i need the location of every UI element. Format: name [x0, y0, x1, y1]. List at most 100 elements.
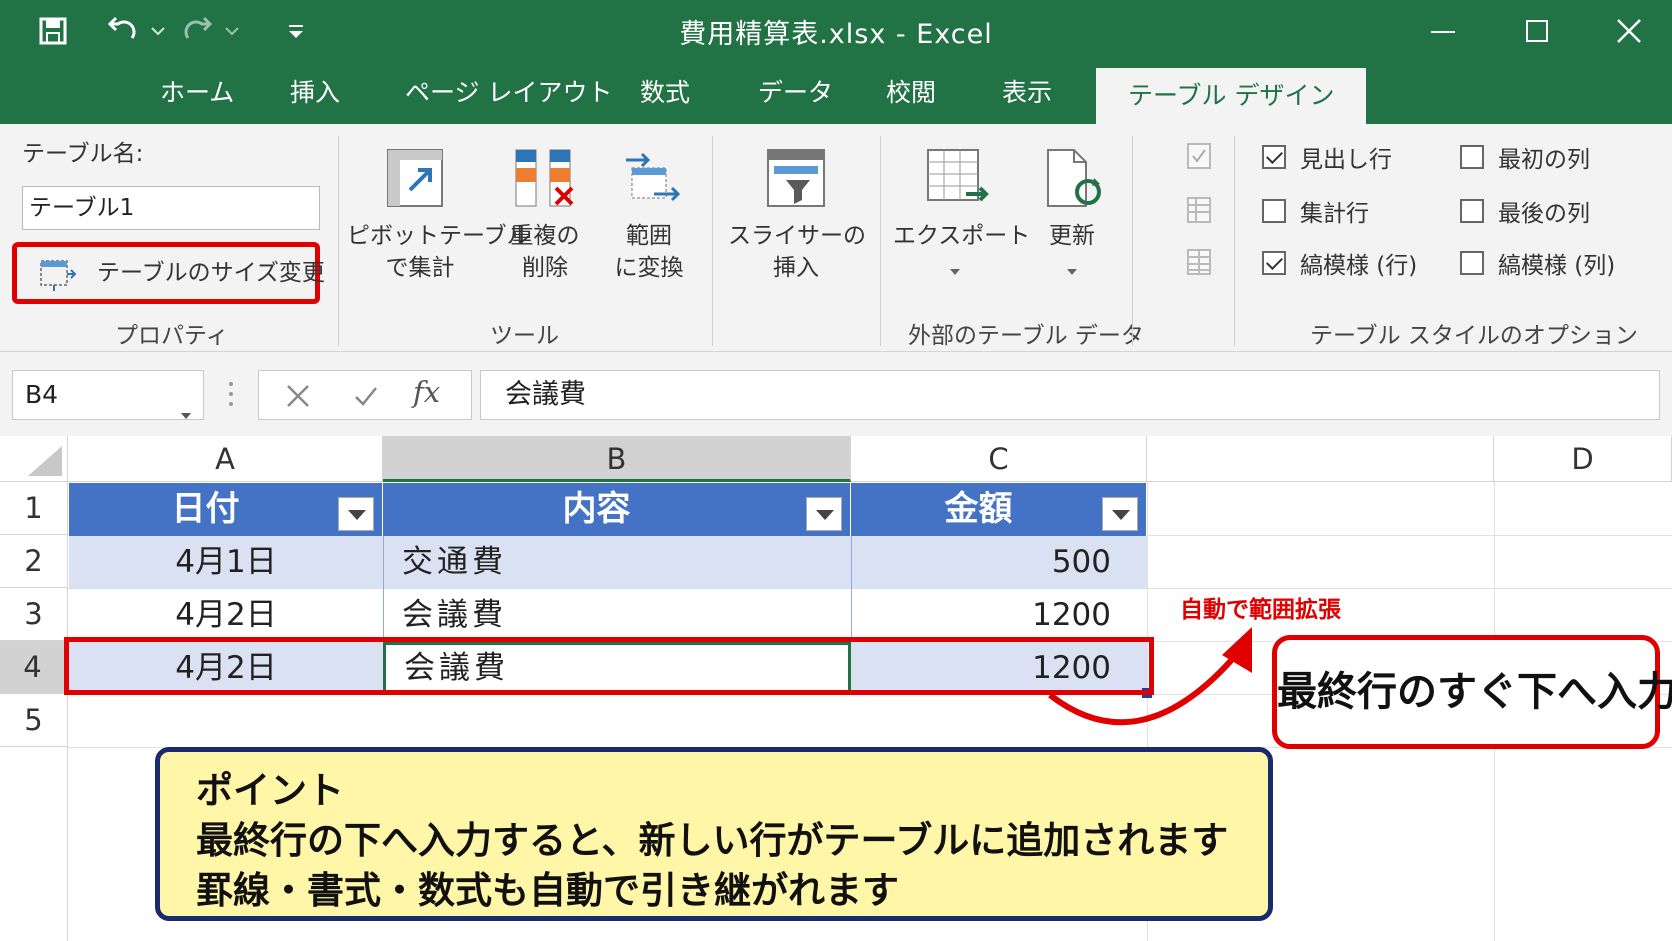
filter-dropdown-icon[interactable]	[1102, 497, 1138, 531]
resize-table-label: テーブルのサイズ変更	[97, 260, 325, 286]
formula-bar: B4 fx 会議費	[0, 352, 1672, 436]
column-header-c[interactable]: C	[851, 436, 1147, 482]
total-row-checkbox[interactable]: 集計行	[1262, 194, 1369, 228]
export-dropdown-icon[interactable]	[948, 262, 962, 281]
export-button[interactable]: エクスポート	[893, 220, 1030, 252]
select-all-button[interactable]	[0, 436, 68, 482]
refresh-button[interactable]: 更新	[1040, 220, 1104, 252]
cell-b2[interactable]: 交通費	[383, 536, 851, 589]
table-name-input[interactable]: テーブル1	[22, 186, 320, 230]
column-header-blank[interactable]	[1147, 436, 1494, 482]
column-header-a[interactable]: A	[68, 436, 383, 482]
tab-formulas[interactable]: 数式	[640, 62, 690, 124]
refresh-dropdown-icon[interactable]	[1065, 262, 1079, 281]
minimize-icon[interactable]	[1418, 8, 1468, 54]
insert-function-button[interactable]: fx	[413, 375, 440, 409]
column-header-b[interactable]: B	[383, 436, 851, 482]
cancel-icon[interactable]	[285, 383, 311, 413]
formula-buttons: fx	[258, 370, 472, 420]
row-header-2[interactable]: 2	[0, 535, 68, 588]
resize-table-button[interactable]: テーブルのサイズ変更	[12, 242, 325, 304]
last-column-checkbox[interactable]: 最後の列	[1460, 194, 1590, 228]
resize-table-icon	[37, 257, 77, 295]
conv-label-line2: に変換	[614, 255, 684, 281]
dup-label-line1: 重複の	[510, 223, 580, 249]
remove-duplicates-icon[interactable]	[514, 148, 576, 212]
cell-a2[interactable]: 4月1日	[69, 536, 383, 589]
pivot-table-icon[interactable]	[386, 148, 444, 212]
convert-to-range-label[interactable]: 範囲 に変換	[607, 220, 691, 284]
total-row-label: 集計行	[1300, 201, 1369, 227]
point-box: ポイント 最終行の下へ入力すると、新しい行がテーブルに追加されます 罫線・書式・…	[155, 747, 1273, 921]
banded-columns-label: 縞模様 (列)	[1498, 253, 1616, 279]
row-header-1[interactable]: 1	[0, 482, 68, 535]
name-box-value: B4	[25, 380, 59, 409]
header-row-checkbox[interactable]: 見出し行	[1262, 140, 1392, 174]
group-label-external: 外部のテーブル データ	[908, 323, 1144, 349]
row-header-rest	[0, 747, 68, 941]
banded-rows-check-box[interactable]	[1262, 251, 1286, 275]
conv-label-line1: 範囲	[626, 223, 672, 249]
pivot-table-label[interactable]: ピボットテーブル で集計	[347, 220, 530, 284]
cell-a3[interactable]: 4月2日	[69, 589, 383, 642]
grip-icon	[228, 380, 234, 412]
group-separator	[880, 136, 881, 346]
row-header-5[interactable]: 5	[0, 694, 68, 747]
group-separator	[338, 136, 339, 346]
first-column-check-box[interactable]	[1460, 145, 1484, 169]
first-column-label: 最初の列	[1498, 147, 1590, 173]
banded-rows-checkbox[interactable]: 縞模様 (行)	[1262, 246, 1417, 280]
tab-data[interactable]: データ	[758, 62, 833, 124]
close-icon[interactable]	[1604, 8, 1654, 54]
insert-slicer-label[interactable]: スライサーの 挿入	[728, 220, 866, 284]
group-label-properties: プロパティ	[115, 323, 229, 349]
table-header-content[interactable]: 内容	[383, 483, 851, 536]
maximize-icon[interactable]	[1512, 8, 1562, 54]
filter-dropdown-icon[interactable]	[806, 497, 842, 531]
ribbon: テーブル名: テーブル1 テーブルのサイズ変更 プロパティ ピボットテーブル で集…	[0, 124, 1672, 352]
row-header-3[interactable]: 3	[0, 588, 68, 641]
tab-home[interactable]: ホーム	[160, 62, 234, 124]
slicer-label-line1: スライサーの	[728, 223, 866, 249]
table-layout-icon	[1186, 196, 1212, 228]
remove-duplicates-label[interactable]: 重複の 削除	[503, 220, 587, 284]
table-header-date-text: 日付	[171, 489, 240, 529]
refresh-icon[interactable]	[1044, 148, 1104, 212]
name-box-dropdown-icon[interactable]	[179, 389, 193, 437]
ribbon-tabs: ホーム 挿入 ページ レイアウト 数式 データ 校閲 表示 テーブル デザイン	[0, 62, 1672, 124]
last-column-label: 最後の列	[1498, 201, 1590, 227]
group-separator	[1132, 136, 1133, 346]
cell-b3[interactable]: 会議費	[383, 589, 851, 642]
table-header-date[interactable]: 日付	[69, 483, 383, 536]
convert-to-range-icon[interactable]	[618, 144, 682, 212]
cell-c2[interactable]: 500	[851, 536, 1147, 589]
last-column-check-box[interactable]	[1460, 199, 1484, 223]
row-header-4[interactable]: 4	[0, 641, 68, 694]
first-column-checkbox[interactable]: 最初の列	[1460, 140, 1590, 174]
header-row-check-box[interactable]	[1262, 145, 1286, 169]
banded-columns-checkbox[interactable]: 縞模様 (列)	[1460, 246, 1615, 280]
tab-insert[interactable]: 挿入	[290, 62, 340, 124]
group-separator	[712, 136, 713, 346]
name-box[interactable]: B4	[12, 370, 204, 420]
tab-review[interactable]: 校閲	[886, 62, 936, 124]
dup-label-line2: 削除	[522, 255, 568, 281]
total-row-check-box[interactable]	[1262, 199, 1286, 223]
tab-view[interactable]: 表示	[1002, 62, 1052, 124]
formula-input[interactable]: 会議費	[480, 370, 1660, 420]
enter-icon[interactable]	[353, 383, 379, 413]
export-icon[interactable]	[926, 148, 990, 212]
insert-slicer-icon[interactable]	[766, 148, 826, 212]
curved-arrow-icon	[1048, 627, 1252, 726]
table-header-amount-text: 金額	[944, 489, 1013, 529]
filter-button-checkbox-icon	[1186, 142, 1212, 174]
group-label-style-options: テーブル スタイルのオプション	[1310, 323, 1638, 349]
tab-table-design[interactable]: テーブル デザイン	[1096, 68, 1367, 124]
tab-page-layout[interactable]: ページ レイアウト	[405, 62, 612, 124]
column-header-d[interactable]: D	[1494, 436, 1672, 482]
banded-columns-check-box[interactable]	[1460, 251, 1484, 275]
table-header-amount[interactable]: 金額	[851, 483, 1147, 536]
filter-dropdown-icon[interactable]	[338, 497, 374, 531]
banded-rows-label: 縞模様 (行)	[1300, 253, 1418, 279]
slicer-label-line2: 挿入	[773, 255, 819, 281]
